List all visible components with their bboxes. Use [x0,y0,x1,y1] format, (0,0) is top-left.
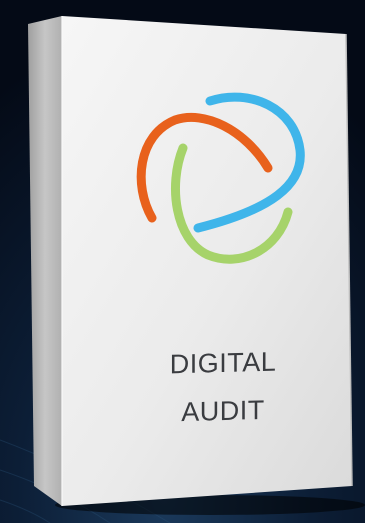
box-front-face [62,16,352,506]
box-illustration [0,0,365,523]
product-box-scene: DIGITAL AUDIT [0,0,365,523]
product-title-line-2: AUDIT [181,394,265,428]
product-title-line-1: DIGITAL [169,346,277,380]
